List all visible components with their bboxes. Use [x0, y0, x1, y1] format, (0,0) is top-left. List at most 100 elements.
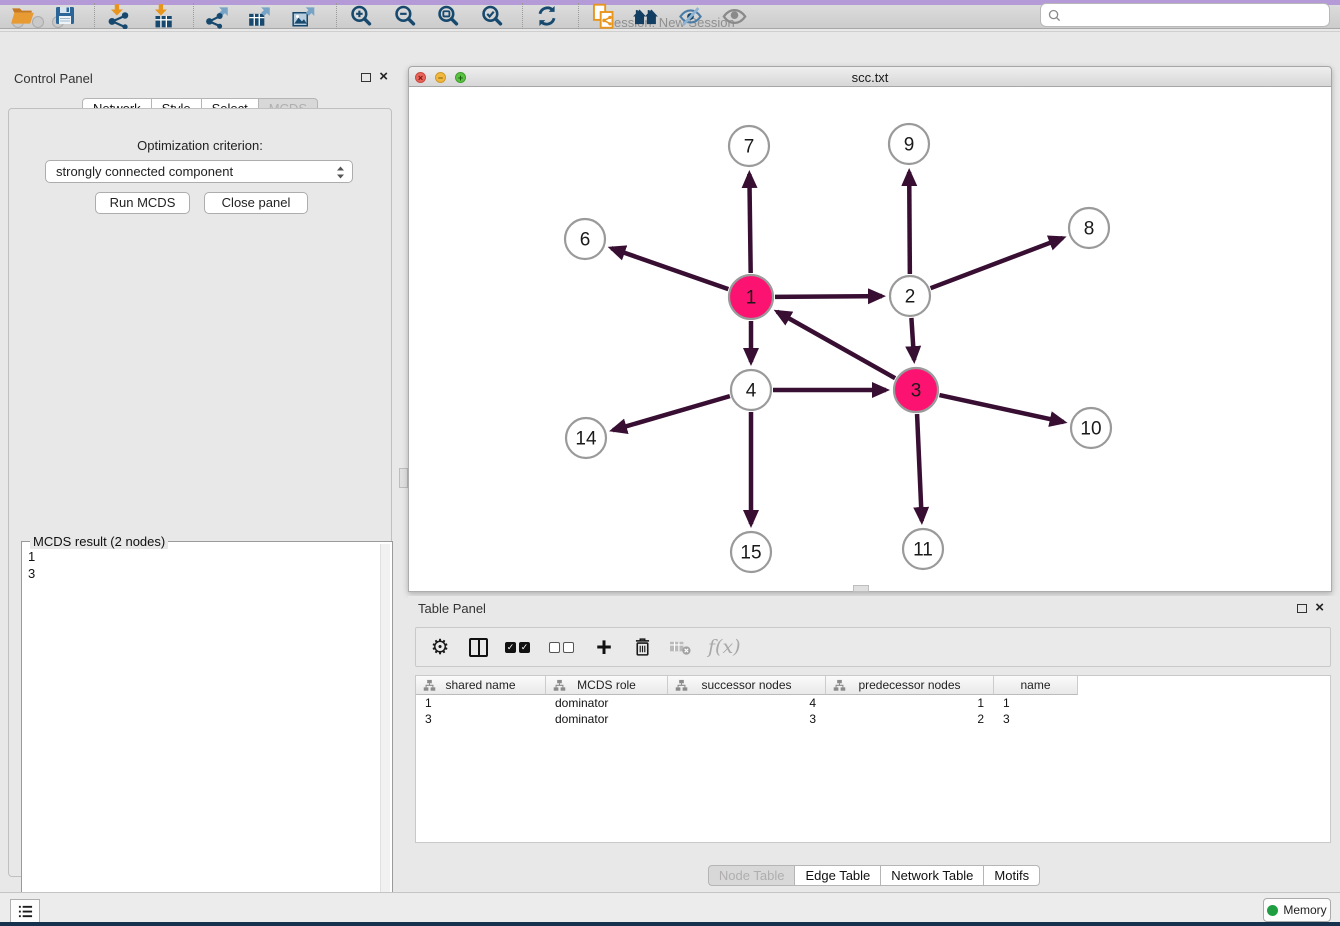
float-panel-icon[interactable]: [361, 73, 371, 82]
table-cell: 1: [416, 695, 546, 711]
table-cell: 1: [994, 695, 1078, 711]
toolbar-separator: [193, 3, 194, 29]
mcds-result-lines: 13: [28, 548, 35, 582]
graph-node-label: 3: [911, 381, 922, 402]
control-panel-title: Control Panel: [14, 71, 93, 86]
column-header-MCDS-role[interactable]: MCDS role: [546, 676, 668, 695]
toolbar-separator: [94, 3, 95, 29]
task-history-button[interactable]: [10, 899, 40, 923]
table-cell: 2: [826, 711, 994, 727]
mcds-result-title: MCDS result (2 nodes): [30, 534, 168, 549]
delete-table-icon[interactable]: [669, 638, 692, 657]
search-field[interactable]: [1040, 3, 1330, 27]
graph-edge-2-3[interactable]: [911, 318, 914, 360]
application-window: Session: New Session: [0, 0, 1340, 926]
function-builder-icon[interactable]: f(x): [708, 636, 741, 658]
export-image-icon[interactable]: [287, 1, 321, 31]
zoom-in-icon[interactable]: [344, 1, 378, 31]
save-session-icon[interactable]: [48, 1, 82, 31]
optimization-label: Optimization criterion:: [9, 138, 391, 153]
graph-node-label: 9: [904, 135, 915, 156]
close-table-panel-icon[interactable]: ×: [1315, 602, 1324, 614]
result-scrollbar[interactable]: [380, 544, 390, 916]
graph-node-label: 14: [575, 429, 597, 450]
network-window-title: scc.txt: [409, 70, 1331, 85]
run-mcds-button[interactable]: Run MCDS: [95, 192, 190, 214]
node-table: shared nameMCDS rolesuccessor nodesprede…: [415, 675, 1331, 843]
memory-button[interactable]: Memory: [1263, 898, 1331, 922]
network-graph: 7968124314101511: [409, 87, 1331, 590]
table-panel: Table Panel × ⚙ ✓✓ + f(x) shared nameMCD…: [408, 596, 1340, 892]
toolbar-separator: [578, 3, 579, 29]
table-tab-node-table[interactable]: Node Table: [708, 865, 796, 886]
graph-edge-1-6[interactable]: [611, 248, 728, 289]
optimization-select[interactable]: strongly connected component: [45, 160, 353, 183]
table-tab-network-table[interactable]: Network Table: [881, 865, 984, 886]
graph-edge-2-9[interactable]: [909, 172, 910, 274]
memory-label: Memory: [1283, 903, 1326, 917]
eye-slash-icon[interactable]: [673, 1, 707, 31]
float-table-panel-icon[interactable]: [1297, 604, 1307, 613]
export-network-icon[interactable]: [201, 1, 235, 31]
graph-node-label: 8: [1084, 219, 1095, 240]
eye-icon[interactable]: [717, 1, 751, 31]
duplicate-network-icon[interactable]: [586, 1, 620, 31]
table-tabs: Node TableEdge TableNetwork TableMotifs: [408, 865, 1340, 886]
refresh-layout-icon[interactable]: [530, 1, 564, 31]
columns-icon[interactable]: [467, 638, 489, 657]
network-canvas[interactable]: 7968124314101511: [408, 87, 1332, 592]
add-icon[interactable]: +: [593, 637, 615, 657]
trash-icon[interactable]: [631, 636, 653, 658]
graph-edge-3-10[interactable]: [939, 395, 1063, 422]
import-network-icon[interactable]: [101, 1, 135, 31]
toolbar-separator: [522, 3, 523, 29]
gear-icon[interactable]: ⚙: [429, 635, 451, 660]
graph-node-label: 15: [740, 543, 761, 564]
result-line: 1: [28, 548, 35, 565]
chevron-updown-icon: [336, 165, 345, 180]
mcds-panel: Optimization criterion: strongly connect…: [8, 108, 392, 877]
horizontal-splitter-handle[interactable]: [853, 585, 869, 592]
column-header-predecessor-nodes[interactable]: predecessor nodes: [826, 676, 994, 695]
table-row[interactable]: 3dominator323: [416, 711, 1330, 727]
network-window-titlebar[interactable]: × − + scc.txt: [408, 66, 1332, 87]
graph-edge-2-8[interactable]: [931, 238, 1063, 288]
optimization-select-value: strongly connected component: [56, 164, 233, 179]
import-table-icon[interactable]: [145, 1, 179, 31]
result-line: 3: [28, 565, 35, 582]
table-cell: dominator: [546, 695, 668, 711]
table-header-row: shared nameMCDS rolesuccessor nodesprede…: [416, 676, 1330, 695]
houses-icon[interactable]: [629, 1, 663, 31]
vertical-splitter-handle[interactable]: [399, 468, 408, 488]
mcds-result-box: MCDS result (2 nodes) 13: [21, 541, 393, 919]
table-tab-edge-table[interactable]: Edge Table: [795, 865, 881, 886]
control-panel: Control Panel × NetworkStyleSelectMCDS O…: [0, 62, 400, 892]
graph-edge-4-14[interactable]: [613, 396, 730, 430]
graph-edge-1-2[interactable]: [775, 296, 882, 297]
table-panel-title: Table Panel: [418, 601, 486, 616]
column-header-successor-nodes[interactable]: successor nodes: [668, 676, 826, 695]
column-header-shared-name[interactable]: shared name: [416, 676, 546, 695]
zoom-out-icon[interactable]: [388, 1, 422, 31]
table-cell: 3: [416, 711, 546, 727]
graph-edge-3-1[interactable]: [777, 312, 895, 378]
table-cell: 1: [826, 695, 994, 711]
table-tab-motifs[interactable]: Motifs: [984, 865, 1040, 886]
zoom-fit-icon[interactable]: [431, 1, 465, 31]
status-bar: Memory: [0, 892, 1340, 922]
graph-edge-3-11[interactable]: [917, 414, 922, 521]
select-all-icon[interactable]: ✓✓: [505, 642, 533, 653]
table-cell: 3: [668, 711, 826, 727]
zoom-selected-icon[interactable]: [475, 1, 509, 31]
close-panel-button[interactable]: Close panel: [204, 192, 308, 214]
close-panel-icon[interactable]: ×: [379, 71, 388, 83]
column-header-name[interactable]: name: [994, 676, 1078, 695]
search-input[interactable]: [1066, 8, 1329, 22]
open-session-icon[interactable]: [6, 1, 40, 31]
export-table-icon[interactable]: [243, 1, 277, 31]
table-row[interactable]: 1dominator411: [416, 695, 1330, 711]
toolbar-separator: [336, 3, 337, 29]
graph-edge-1-7[interactable]: [749, 174, 750, 273]
table-cell: 3: [994, 711, 1078, 727]
deselect-all-icon[interactable]: [549, 642, 577, 653]
